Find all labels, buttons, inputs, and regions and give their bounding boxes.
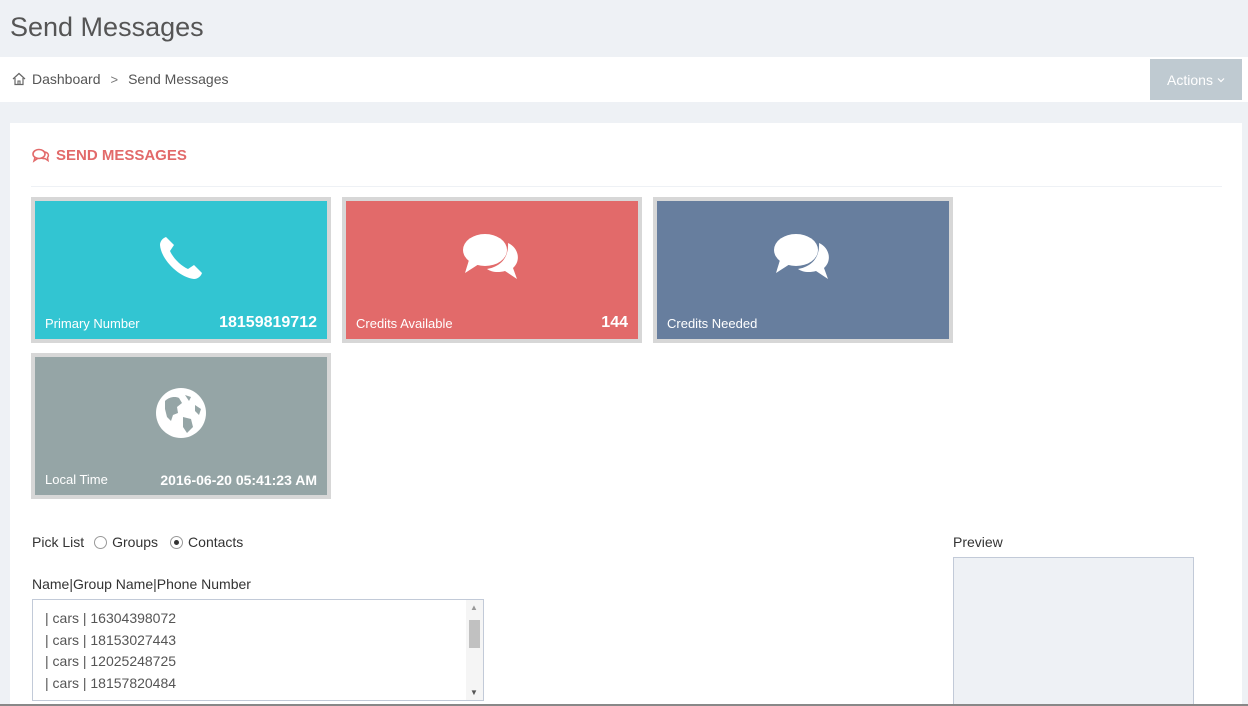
contacts-radio[interactable] bbox=[170, 535, 184, 549]
scrollbar[interactable]: ▲ ▼ bbox=[466, 600, 483, 700]
list-item[interactable]: | cars | 18153027443 bbox=[45, 630, 483, 652]
phone-icon bbox=[160, 237, 202, 279]
breadcrumb-separator: > bbox=[110, 71, 119, 87]
list-item[interactable]: | cars | 18157820484 bbox=[45, 673, 483, 695]
groups-radio-label[interactable]: Groups bbox=[112, 534, 158, 550]
breadcrumb: Dashboard > Send Messages bbox=[11, 71, 229, 87]
chevron-down-icon bbox=[1217, 77, 1225, 82]
scroll-up-arrow-icon[interactable]: ▲ bbox=[470, 603, 478, 612]
home-icon bbox=[12, 72, 26, 86]
credits-available-tile: Credits Available 144 bbox=[342, 197, 642, 343]
comments-icon bbox=[32, 148, 50, 163]
actions-button[interactable]: Actions bbox=[1150, 59, 1242, 100]
preview-label: Preview bbox=[953, 534, 1003, 550]
groups-radio[interactable] bbox=[94, 535, 108, 549]
contacts-radio-label[interactable]: Contacts bbox=[188, 534, 243, 550]
scroll-thumb[interactable] bbox=[469, 620, 480, 648]
page-title: Send Messages bbox=[10, 12, 204, 42]
actions-button-label: Actions bbox=[1167, 71, 1213, 88]
local-time-value: 2016-06-20 05:41:23 AM bbox=[160, 472, 317, 488]
comments-icon bbox=[463, 234, 518, 279]
preview-box bbox=[953, 557, 1194, 706]
portlet-title-text: SEND MESSAGES bbox=[56, 147, 187, 164]
list-item[interactable]: | cars | 12025248725 bbox=[45, 651, 483, 673]
credits-available-label: Credits Available bbox=[356, 316, 453, 331]
comments-icon bbox=[774, 234, 829, 279]
scroll-down-arrow-icon[interactable]: ▼ bbox=[470, 688, 478, 697]
local-time-label: Local Time bbox=[45, 472, 108, 487]
credits-needed-label: Credits Needed bbox=[667, 316, 758, 331]
globe-icon bbox=[156, 388, 206, 438]
contacts-list-header: Name|Group Name|Phone Number bbox=[32, 576, 251, 592]
divider bbox=[31, 186, 1222, 187]
credits-available-value: 144 bbox=[601, 314, 628, 331]
contacts-items: | cars | 16304398072 | cars | 1815302744… bbox=[33, 600, 483, 694]
primary-number-label: Primary Number bbox=[45, 316, 140, 331]
contacts-listbox[interactable]: | cars | 16304398072 | cars | 1815302744… bbox=[32, 599, 484, 701]
pick-list: Pick List Groups Contacts bbox=[32, 534, 245, 550]
breadcrumb-home-link[interactable]: Dashboard bbox=[32, 71, 101, 87]
list-item[interactable]: | cars | 16304398072 bbox=[45, 608, 483, 630]
portlet-title: SEND MESSAGES bbox=[32, 147, 187, 164]
credits-needed-tile: Credits Needed bbox=[653, 197, 953, 343]
local-time-tile: Local Time 2016-06-20 05:41:23 AM bbox=[31, 353, 331, 499]
breadcrumb-current: Send Messages bbox=[128, 71, 229, 87]
send-messages-portlet: SEND MESSAGES Primary Number 18159819712… bbox=[10, 123, 1242, 706]
pick-list-label: Pick List bbox=[32, 534, 85, 550]
primary-number-value: 18159819712 bbox=[219, 314, 317, 331]
breadcrumb-bar: Dashboard > Send Messages Actions bbox=[0, 57, 1248, 102]
primary-number-tile: Primary Number 18159819712 bbox=[31, 197, 331, 343]
